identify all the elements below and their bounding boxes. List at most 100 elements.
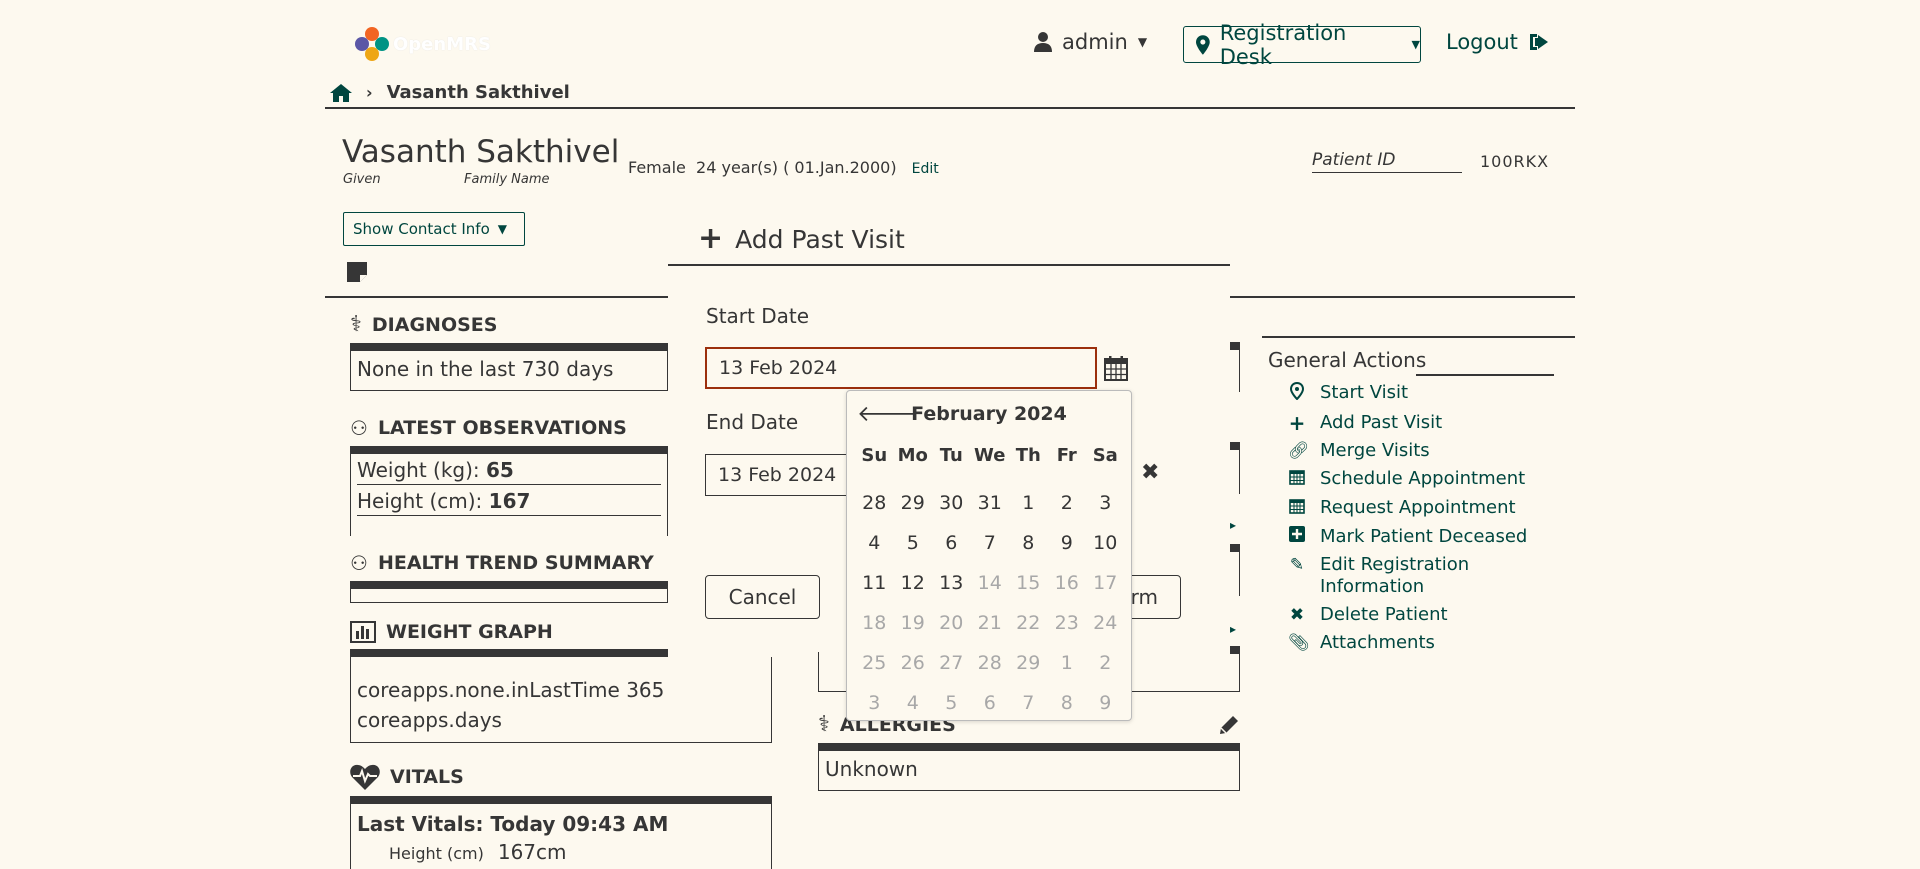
calendar-day[interactable]: 31: [971, 483, 1010, 523]
datepicker-month: February 2024: [911, 403, 1067, 425]
calendar-day[interactable]: 29: [894, 483, 933, 523]
bar-chart-icon: [350, 621, 376, 643]
calendar-day: 6: [983, 692, 996, 714]
action-merge-visits[interactable]: 🔗︎ Merge Visits: [1288, 440, 1527, 462]
patient-id-value: 100RKX: [1480, 152, 1550, 171]
action-label: Request Appointment: [1320, 497, 1516, 518]
calendar-day: 16: [1054, 572, 1079, 594]
observation-value: 167: [488, 489, 531, 513]
calendar-day[interactable]: 2: [1048, 483, 1087, 523]
logout-label: Logout: [1446, 30, 1518, 54]
calendar-day[interactable]: 13: [932, 563, 971, 603]
action-edit-registration[interactable]: ✎ Edit Registration Information: [1288, 554, 1527, 598]
breadcrumb-patient[interactable]: Vasanth Sakthivel: [387, 82, 570, 103]
user-icon: [1034, 32, 1052, 52]
patient-gender: Female: [628, 158, 686, 177]
x-icon: ✖: [1289, 605, 1305, 625]
calendar-day[interactable]: 12: [894, 563, 933, 603]
calendar-day[interactable]: 1: [1009, 483, 1048, 523]
expand-caret-icon[interactable]: ▸: [1230, 518, 1236, 532]
calendar-day[interactable]: 9: [1048, 523, 1087, 563]
diagnoses-bar: [350, 343, 668, 351]
clear-end-date-icon[interactable]: ✖: [1141, 460, 1159, 485]
patient-age: 24 year(s) ( 01.Jan.2000): [696, 158, 897, 177]
calendar-day[interactable]: 3: [1086, 483, 1125, 523]
start-date-input[interactable]: 13 Feb 2024: [705, 347, 1097, 389]
calendar-day: 18: [862, 612, 887, 634]
general-actions-underline: [1416, 374, 1554, 376]
observation-row: Weight (kg): 65: [357, 458, 661, 485]
logout-link[interactable]: Logout: [1446, 30, 1550, 54]
weekday-header: Sa: [1092, 444, 1118, 466]
link-icon: 🔗︎: [1288, 441, 1310, 461]
pencil-icon[interactable]: [1218, 714, 1240, 736]
patient-demographics: Female 24 year(s) ( 01.Jan.2000) Edit: [628, 158, 939, 177]
patient-name: Vasanth Sakthivel: [342, 134, 620, 170]
start-date-label: Start Date: [706, 304, 810, 328]
allergies-content: Unknown: [818, 751, 1240, 791]
calendar-day: 25: [862, 652, 887, 674]
calendar-day[interactable]: 8: [1009, 523, 1048, 563]
datepicker-grid: Su Mo Tu We Th Fr Sa 28 29 30 31 1 2 3 4 5 6 7 8 9 10 11 12 13 1…: [855, 443, 1125, 723]
calendar-icon[interactable]: [1104, 355, 1128, 381]
calendar-icon: [1288, 468, 1306, 491]
weight-graph-line2: coreapps.days: [357, 708, 502, 732]
calendar-day: 26: [900, 652, 925, 674]
calendar-day: 24: [1093, 612, 1118, 634]
general-actions-list: Start Visit + Add Past Visit 🔗︎ Merge Vi…: [1288, 381, 1527, 660]
cancel-button[interactable]: Cancel: [705, 575, 820, 619]
calendar-day[interactable]: 4: [855, 523, 894, 563]
plus-square-icon: [1288, 526, 1306, 548]
vitals-row: Height (cm) 167cm: [357, 840, 765, 864]
calendar-day[interactable]: 28: [855, 483, 894, 523]
location-selector[interactable]: Registration Desk ▼: [1183, 21, 1421, 69]
calendar-day[interactable]: 5: [894, 523, 933, 563]
openmrs-logo[interactable]: OpenMRS: [355, 26, 495, 62]
vitals-content: Last Vitals: Today 09:43 AM Height (cm) …: [350, 804, 772, 869]
action-request-appointment[interactable]: Request Appointment: [1288, 497, 1527, 520]
calendar-day[interactable]: 7: [971, 523, 1010, 563]
edit-demographics-link[interactable]: Edit: [912, 161, 939, 177]
vitals-label: Height (cm): [389, 844, 484, 863]
dialog-title: Add Past Visit: [735, 224, 905, 254]
vitals-widget: VITALS Last Vitals: Today 09:43 AM Heigh…: [350, 764, 772, 869]
calendar-day[interactable]: 30: [932, 483, 971, 523]
calendar-day: 14: [977, 572, 1002, 594]
user-menu[interactable]: admin ▼: [1034, 30, 1147, 54]
calendar-day[interactable]: 6: [932, 523, 971, 563]
show-contact-info-button[interactable]: Show Contact Info ▼: [343, 212, 525, 246]
datepicker-popup: 🡐 February 2024 Su Mo Tu We Th Fr Sa 28 29 30 31 1 2…: [846, 390, 1132, 721]
health-trend-widget: ⚇ HEALTH TREND SUMMARY: [350, 551, 668, 603]
observation-value: 65: [486, 458, 514, 482]
expand-caret-icon[interactable]: ▸: [1230, 622, 1236, 636]
action-start-visit[interactable]: Start Visit: [1288, 381, 1527, 406]
home-icon[interactable]: [330, 83, 352, 102]
given-name-label: Given: [343, 172, 381, 187]
action-add-past-visit[interactable]: + Add Past Visit: [1288, 412, 1527, 434]
observations-bar: [350, 446, 668, 454]
observations-content: Weight (kg): 65 Height (cm): 167: [350, 454, 668, 536]
calendar-day: 27: [939, 652, 964, 674]
sticky-note-icon[interactable]: [347, 262, 367, 282]
calendar-day: 15: [1016, 572, 1041, 594]
calendar-day: 1: [1060, 652, 1073, 674]
location-pin-icon: [1288, 381, 1306, 406]
action-mark-deceased[interactable]: Mark Patient Deceased: [1288, 526, 1527, 548]
calendar-day: 21: [977, 612, 1002, 634]
action-delete-patient[interactable]: ✖ Delete Patient: [1288, 604, 1527, 626]
weekday-header: Fr: [1056, 444, 1077, 466]
confirm-label-visible: rm: [1130, 585, 1158, 609]
action-attachments[interactable]: 📎︎ Attachments: [1288, 632, 1527, 654]
calendar-day[interactable]: 10: [1086, 523, 1125, 563]
observation-label: Height (cm):: [357, 489, 483, 513]
vitals-title: VITALS: [390, 766, 464, 788]
show-contact-label: Show Contact Info: [353, 220, 490, 238]
diagnoses-header: ⚕ DIAGNOSES: [350, 312, 668, 337]
action-schedule-appointment[interactable]: Schedule Appointment: [1288, 468, 1527, 491]
widget-fragment: [1230, 442, 1240, 494]
calendar-day: 20: [939, 612, 964, 634]
breadcrumb-separator-icon: ›: [366, 83, 373, 102]
map-marker-icon: [1196, 34, 1210, 55]
general-actions-title: General Actions: [1268, 348, 1427, 372]
calendar-day[interactable]: 11: [855, 563, 894, 603]
